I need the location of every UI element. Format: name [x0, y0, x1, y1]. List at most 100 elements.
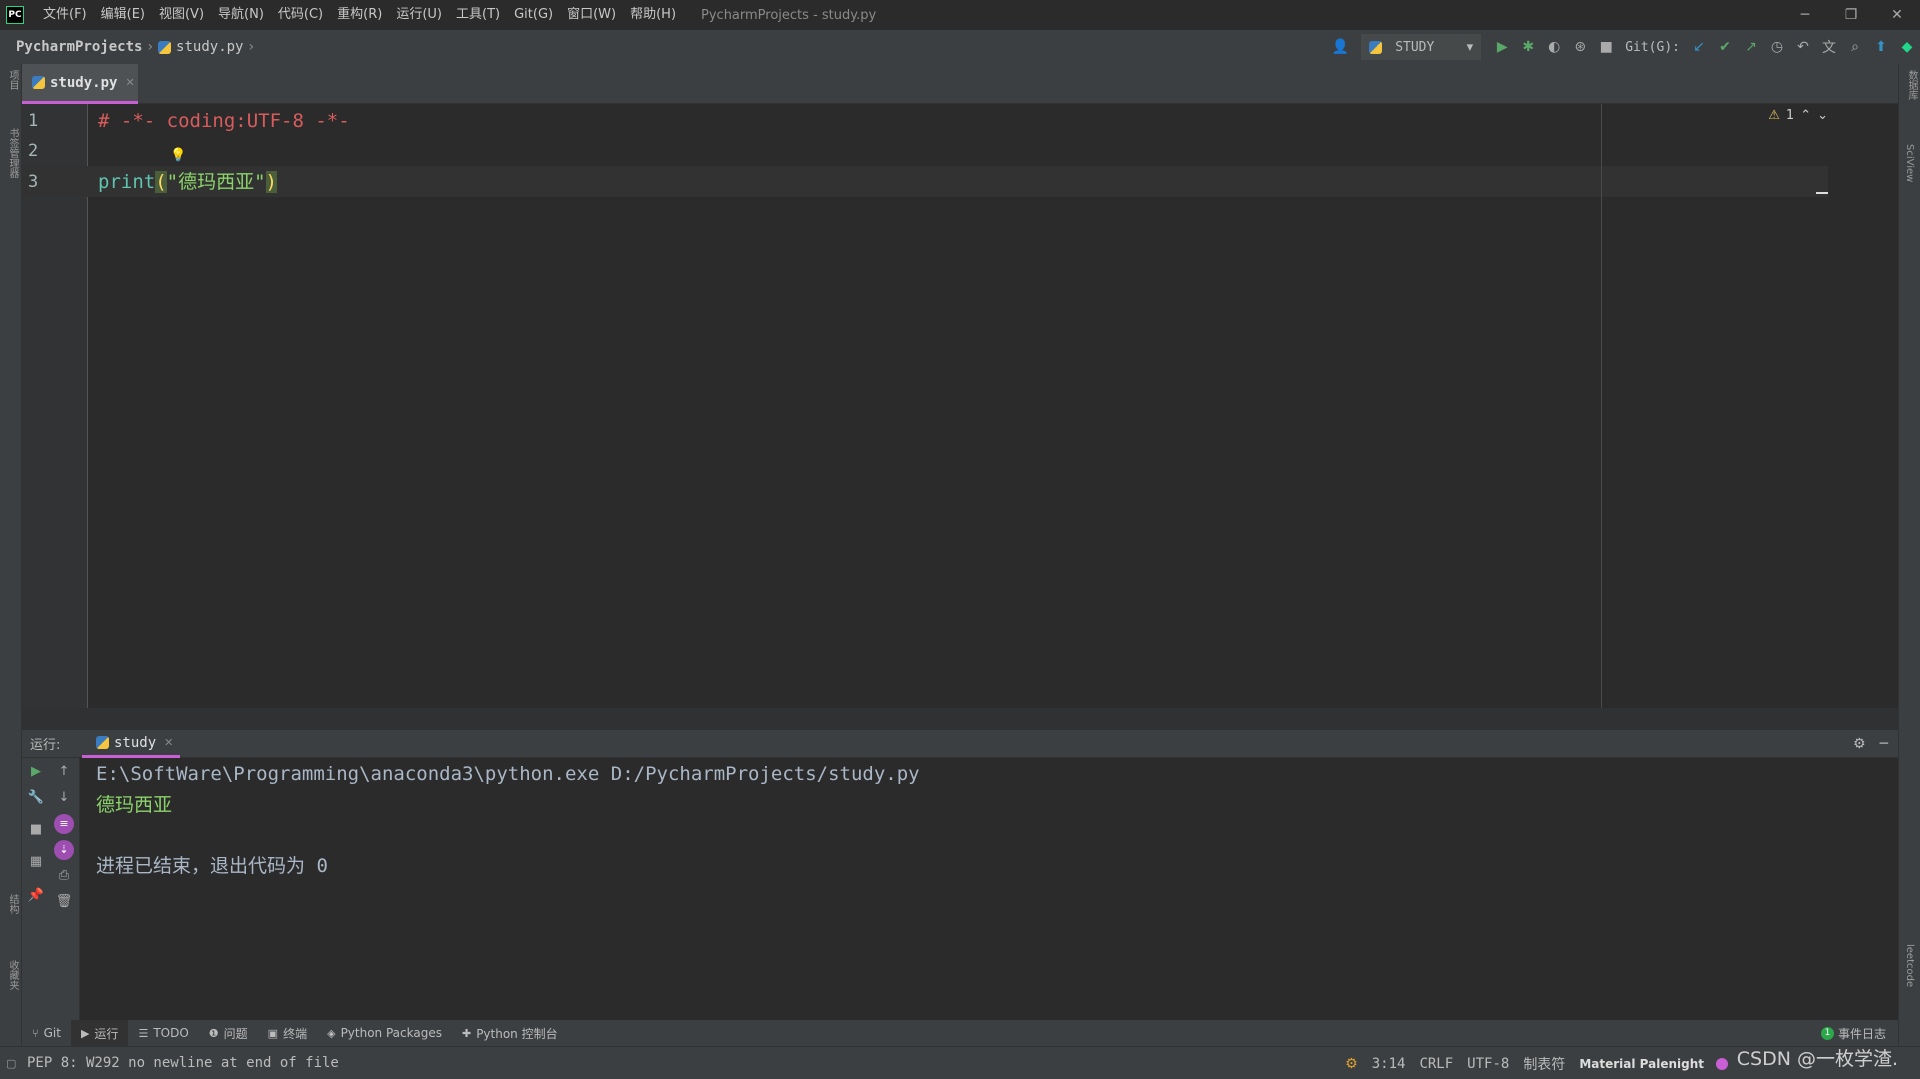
chevron-down-icon[interactable]: ⌄ — [1817, 108, 1828, 123]
tool-window-terminal[interactable]: ▣ 终端 — [258, 1020, 317, 1046]
project-tool-button[interactable]: 项目 — [5, 70, 20, 90]
leetcode-tool-button[interactable]: leetcode — [1904, 944, 1915, 987]
menu-run[interactable]: 运行(U) — [389, 0, 449, 30]
code-editor[interactable]: 1 2 3 # -*- coding:UTF-8 -*- 💡 print("德玛… — [22, 104, 1898, 708]
debug-icon[interactable]: ✱ — [1516, 35, 1540, 59]
menu-refactor[interactable]: 重构(R) — [330, 0, 389, 30]
chevron-up-icon[interactable]: ⌃ — [1800, 108, 1811, 123]
bookmarks-tool-button[interactable]: 书签管理器 — [5, 128, 20, 178]
chevron-down-icon: ▾ — [1466, 39, 1474, 55]
line-number-gutter: 1 2 3 — [22, 104, 88, 708]
pin-icon[interactable]: 📌 — [26, 886, 46, 906]
caret-position[interactable]: 3:14 — [1372, 1056, 1406, 1072]
menu-code[interactable]: 代码(C) — [271, 0, 330, 30]
stop-icon[interactable]: ■ — [1594, 35, 1618, 59]
search-icon[interactable]: ⌕ — [1843, 35, 1867, 59]
tool-window-label: 问题 — [223, 1026, 248, 1041]
run-console[interactable]: E:\SoftWare\Programming\anaconda3\python… — [80, 758, 1898, 1020]
lightbulb-icon[interactable]: 💡 — [170, 148, 186, 163]
print-icon[interactable]: ⎙ — [54, 866, 74, 886]
file-encoding[interactable]: UTF-8 — [1467, 1056, 1509, 1072]
close-tab-icon[interactable]: ✕ — [125, 76, 134, 89]
status-bar: ▢ PEP 8: W292 no newline at end of file … — [0, 1046, 1920, 1079]
minimize-panel-icon[interactable]: ─ — [1880, 736, 1888, 752]
event-log-button[interactable]: 1 事件日志 — [1820, 1020, 1886, 1046]
breadcrumb-file[interactable]: study.py — [176, 39, 243, 55]
wrench-icon[interactable]: 🔧 — [26, 788, 46, 808]
line-separator[interactable]: CRLF — [1419, 1056, 1453, 1072]
menu-navigate[interactable]: 导航(N) — [211, 0, 271, 30]
soft-wrap-icon[interactable]: ≡ — [54, 814, 74, 834]
close-window-button[interactable]: ✕ — [1874, 0, 1920, 30]
toggle-tool-windows-icon[interactable]: ▢ — [6, 1057, 16, 1070]
breadcrumb-project[interactable]: PycharmProjects — [16, 39, 142, 55]
coverage-icon[interactable]: ◐ — [1542, 35, 1566, 59]
arrow-down-icon[interactable]: ↓ — [54, 788, 74, 808]
menu-window[interactable]: 窗口(W) — [560, 0, 623, 30]
tool-window-run[interactable]: ▶ 运行 — [70, 1020, 129, 1046]
python-file-icon — [32, 76, 45, 89]
tool-window-python-packages[interactable]: ◈ Python Packages — [317, 1020, 452, 1046]
minimize-button[interactable]: ─ — [1782, 0, 1828, 30]
translate-icon[interactable]: 文 — [1817, 35, 1841, 59]
tab-study-py[interactable]: study.py ✕ — [22, 64, 138, 104]
editor-horizontal-scrollbar[interactable] — [22, 708, 1898, 730]
layout-icon[interactable]: ▦ — [26, 852, 46, 872]
rerun-icon[interactable]: ▶ — [26, 762, 46, 782]
run-icon[interactable]: ▶ — [1490, 35, 1514, 59]
menu-edit[interactable]: 编辑(E) — [94, 0, 152, 30]
menu-view[interactable]: 视图(V) — [152, 0, 211, 30]
tool-window-todo[interactable]: ☰ TODO — [128, 1020, 198, 1046]
python-file-icon — [96, 736, 109, 749]
tool-window-problems[interactable]: ❶ 问题 — [199, 1020, 258, 1046]
history-icon[interactable]: ◷ — [1765, 35, 1789, 59]
inspection-status-icon[interactable]: ⚙ — [1345, 1056, 1358, 1072]
structure-tool-button[interactable]: 结构 — [5, 894, 20, 914]
menu-file[interactable]: 文件(F) — [36, 0, 94, 30]
python-console-icon: ✚ — [461, 1026, 472, 1040]
status-message: PEP 8: W292 no newline at end of file — [27, 1055, 339, 1071]
user-icon[interactable]: 👤 — [1328, 35, 1352, 59]
plugin-icon[interactable]: ◆ — [1895, 35, 1919, 59]
menu-git[interactable]: Git(G) — [507, 0, 560, 30]
todo-icon: ☰ — [138, 1026, 149, 1040]
profile-icon[interactable]: ⊛ — [1568, 35, 1592, 59]
line-number: 3 — [28, 172, 39, 192]
gear-icon[interactable]: ⚙ — [1853, 736, 1866, 752]
code-area[interactable]: # -*- coding:UTF-8 -*- 💡 print("德玛西亚") ⚠… — [88, 104, 1898, 708]
restore-button[interactable]: ❐ — [1828, 0, 1874, 30]
console-exit-line: 进程已结束，退出代码为 0 — [96, 855, 328, 877]
console-output-line: 德玛西亚 — [96, 794, 173, 816]
theme-name[interactable]: Material Palenight — [1579, 1057, 1704, 1071]
stop-icon[interactable]: ■ — [26, 820, 46, 840]
inspection-widget[interactable]: ⚠ 1 ⌃ ⌄ — [1762, 108, 1828, 123]
rollback-icon[interactable]: ↶ — [1791, 35, 1815, 59]
code-line-1: # -*- coding:UTF-8 -*- — [98, 110, 350, 132]
update-icon[interactable]: ⬆ — [1869, 35, 1893, 59]
arrow-up-icon[interactable]: ↑ — [54, 762, 74, 782]
git-update-icon[interactable]: ↙ — [1687, 35, 1711, 59]
tool-window-label: 运行 — [94, 1026, 119, 1041]
breadcrumb-separator: › — [147, 39, 154, 55]
indent-setting[interactable]: 制表符 — [1523, 1054, 1565, 1074]
packages-icon: ◈ — [327, 1026, 336, 1040]
console-command-line: E:\SoftWare\Programming\anaconda3\python… — [96, 763, 920, 785]
favorites-tool-button[interactable]: 收藏夹 — [5, 960, 20, 990]
git-commit-icon[interactable]: ✔ — [1713, 35, 1737, 59]
run-tab-study[interactable]: study ✕ — [82, 730, 180, 758]
tool-window-python-console[interactable]: ✚ Python 控制台 — [452, 1020, 568, 1046]
sciview-tool-button[interactable]: SciView — [1904, 144, 1915, 182]
menu-tools[interactable]: 工具(T) — [449, 0, 507, 30]
git-push-icon[interactable]: ↗ — [1739, 35, 1763, 59]
theme-color-dot — [1716, 1057, 1728, 1070]
trash-icon[interactable]: 🗑 — [54, 892, 74, 912]
scroll-to-end-icon[interactable]: ⇣ — [54, 840, 74, 860]
code-token-paren-close: ) — [265, 171, 277, 193]
main-toolbar: 👤 STUDY ▾ ▶ ✱ ◐ ⊛ ■ Git(G): ↙ ✔ ↗ ◷ ↶ 文 … — [1327, 30, 1920, 64]
run-configuration-select[interactable]: STUDY ▾ — [1361, 34, 1482, 60]
close-tab-icon[interactable]: ✕ — [164, 736, 173, 749]
tool-window-git[interactable]: ⑂ Git — [22, 1020, 71, 1046]
database-tool-button[interactable]: 数据库 — [1904, 70, 1919, 100]
menu-help[interactable]: 帮助(H) — [623, 0, 683, 30]
terminal-icon: ▣ — [267, 1026, 279, 1040]
